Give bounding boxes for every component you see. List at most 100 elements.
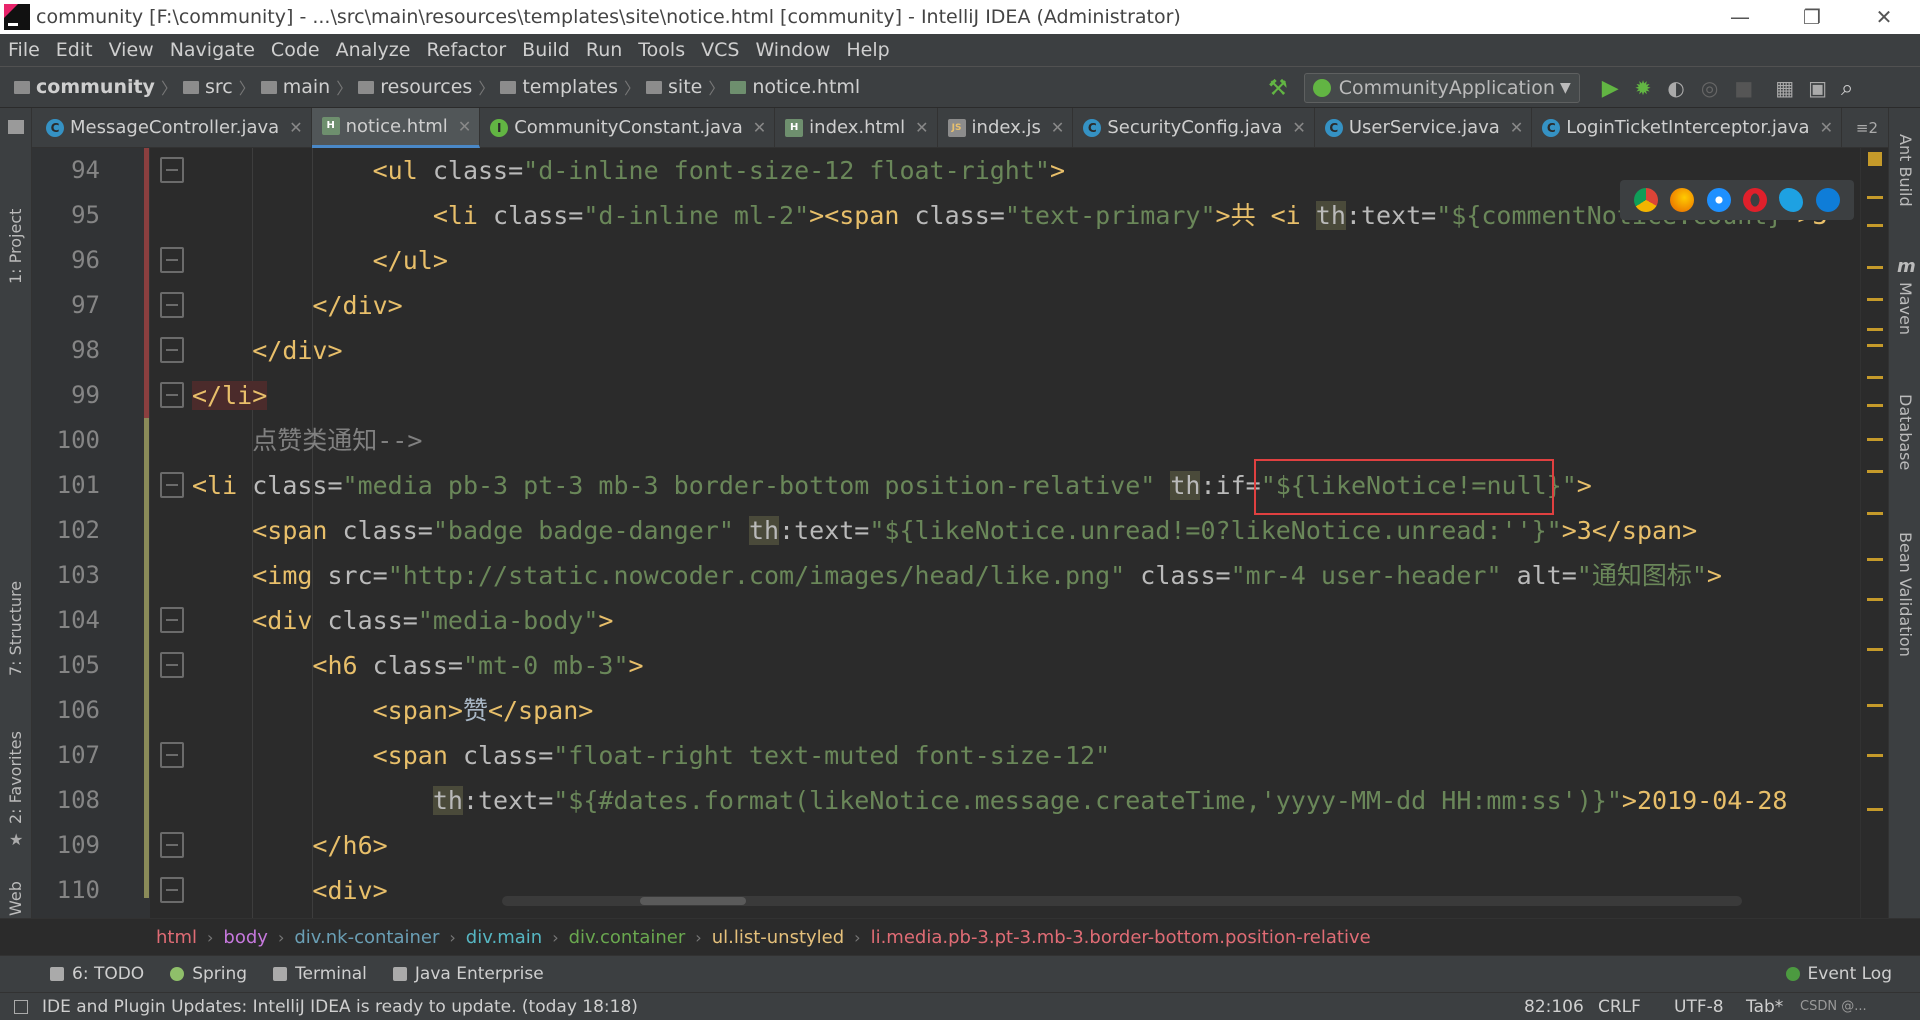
tab-login-ticket-interceptor[interactable]: C LoginTicketInterceptor.java ✕ xyxy=(1532,107,1842,148)
file-encoding[interactable]: UTF-8 xyxy=(1674,997,1724,1017)
tab-index-js[interactable]: JS index.js ✕ xyxy=(938,107,1074,148)
indent-setting[interactable]: Tab* xyxy=(1746,997,1783,1017)
fold-marker-icon[interactable] xyxy=(160,292,184,318)
internet-explorer-icon[interactable] xyxy=(1779,188,1804,212)
opera-icon[interactable] xyxy=(1743,188,1768,212)
nav-crumb-main[interactable]: main xyxy=(257,76,334,98)
warning-mark[interactable] xyxy=(1867,438,1883,441)
edge-icon[interactable] xyxy=(1815,188,1840,212)
profile-icon[interactable]: ◎ xyxy=(1701,76,1718,100)
warning-mark[interactable] xyxy=(1867,598,1883,601)
fold-marker-icon[interactable] xyxy=(160,337,184,363)
breadcrumb-list-unstyled[interactable]: ul.list-unstyled xyxy=(704,927,852,948)
run-icon[interactable]: ▶ xyxy=(1602,76,1619,101)
nav-crumb-file[interactable]: notice.html xyxy=(726,76,864,98)
project-folder-icon[interactable] xyxy=(8,120,24,134)
horizontal-scrollbar[interactable] xyxy=(502,896,1742,906)
fold-marker-icon[interactable] xyxy=(160,472,184,498)
search-icon[interactable]: ⌕ xyxy=(1841,76,1853,101)
scrollbar-thumb[interactable] xyxy=(640,897,746,905)
menu-vcs[interactable]: VCS xyxy=(693,39,747,61)
tab-message-controller[interactable]: C MessageController.java ✕ xyxy=(0,107,312,148)
firefox-icon[interactable] xyxy=(1670,188,1695,212)
nav-crumb-templates[interactable]: templates xyxy=(496,76,622,98)
menu-code[interactable]: Code xyxy=(263,39,328,61)
stop-icon[interactable]: ■ xyxy=(1734,76,1753,100)
warning-mark[interactable] xyxy=(1867,754,1883,757)
close-tab-icon[interactable]: ✕ xyxy=(753,118,766,137)
fold-marker-icon[interactable] xyxy=(160,607,184,633)
breadcrumb-html[interactable]: html xyxy=(148,927,205,948)
fold-marker-icon[interactable] xyxy=(160,877,184,903)
warning-mark[interactable] xyxy=(1867,704,1883,707)
tool-terminal[interactable]: Terminal xyxy=(273,964,367,984)
fold-marker-icon[interactable] xyxy=(160,382,184,408)
debug-icon[interactable]: ✹ xyxy=(1635,76,1652,100)
menu-tools[interactable]: Tools xyxy=(630,39,693,61)
menu-navigate[interactable]: Navigate xyxy=(162,39,263,61)
run-config-select[interactable]: CommunityApplication ▼ xyxy=(1303,73,1580,103)
tool-database[interactable]: Database xyxy=(1896,394,1915,470)
menu-analyze[interactable]: Analyze xyxy=(328,39,419,61)
close-tab-icon[interactable]: ✕ xyxy=(289,118,302,137)
warning-mark[interactable] xyxy=(1867,470,1883,473)
nav-crumb-resources[interactable]: resources xyxy=(354,76,476,98)
minimize-button[interactable]: — xyxy=(1710,0,1770,34)
nav-crumb-site[interactable]: site xyxy=(642,76,706,98)
menu-help[interactable]: Help xyxy=(838,39,897,61)
code-editor[interactable]: 94 95 96 97 98 99 100 101 102 103 104 10… xyxy=(32,148,1888,918)
warning-mark[interactable] xyxy=(1867,558,1883,561)
caret-position[interactable]: 82:106 xyxy=(1524,997,1584,1017)
close-tab-icon[interactable]: ✕ xyxy=(1510,118,1523,137)
tab-community-constant[interactable]: I CommunityConstant.java ✕ xyxy=(480,107,776,148)
warning-mark[interactable] xyxy=(1867,298,1883,301)
menu-file[interactable]: File xyxy=(0,39,48,61)
fold-marker-icon[interactable] xyxy=(160,247,184,273)
tool-web[interactable]: Web xyxy=(6,881,25,916)
tool-event-log[interactable]: Event Log xyxy=(1785,964,1892,984)
tool-project[interactable]: 1: Project xyxy=(6,209,25,284)
error-stripe[interactable] xyxy=(1860,148,1888,918)
chrome-icon[interactable] xyxy=(1634,188,1659,212)
warning-mark[interactable] xyxy=(1867,266,1883,269)
code-area[interactable]: <ul class="d-inline font-size-12 float-r… xyxy=(192,148,1852,918)
warning-mark[interactable] xyxy=(1867,224,1883,227)
breadcrumb-li-media[interactable]: li.media.pb-3.pt-3.mb-3.border-bottom.po… xyxy=(863,927,1379,948)
breadcrumb-main[interactable]: div.main xyxy=(458,927,550,948)
menu-window[interactable]: Window xyxy=(747,39,838,61)
close-tab-icon[interactable]: ✕ xyxy=(1292,118,1305,137)
close-tab-icon[interactable]: ✕ xyxy=(1820,118,1833,137)
close-button[interactable]: ✕ xyxy=(1854,0,1914,34)
warning-mark[interactable] xyxy=(1867,196,1883,199)
build-hammer-icon[interactable]: ⚒ xyxy=(1268,76,1288,101)
fold-marker-icon[interactable] xyxy=(160,157,184,183)
menu-view[interactable]: View xyxy=(101,39,162,61)
tool-spring[interactable]: Spring xyxy=(170,964,247,984)
close-tab-icon[interactable]: ✕ xyxy=(458,117,471,136)
nav-crumb-community[interactable]: community xyxy=(10,76,159,98)
close-tab-icon[interactable]: ✕ xyxy=(1051,118,1064,137)
warning-mark[interactable] xyxy=(1867,328,1883,331)
warning-mark[interactable] xyxy=(1867,376,1883,379)
menu-edit[interactable]: Edit xyxy=(48,39,101,61)
tab-security-config[interactable]: C SecurityConfig.java ✕ xyxy=(1073,107,1315,148)
fold-marker-icon[interactable] xyxy=(160,832,184,858)
menu-build[interactable]: Build xyxy=(514,39,578,61)
project-structure-icon[interactable]: ▦ xyxy=(1775,76,1794,100)
fold-marker-icon[interactable] xyxy=(160,742,184,768)
tool-favorites[interactable]: 2: Favorites xyxy=(6,731,25,824)
tool-structure[interactable]: 7: Structure xyxy=(6,581,25,676)
tool-windows-toggle-icon[interactable] xyxy=(14,999,28,1014)
tab-user-service[interactable]: C UserService.java ✕ xyxy=(1315,107,1533,148)
warning-mark[interactable] xyxy=(1867,512,1883,515)
coverage-icon[interactable]: ◐ xyxy=(1667,76,1684,100)
tool-todo[interactable]: 6: TODO xyxy=(50,964,144,984)
warning-indicator-icon[interactable] xyxy=(1868,152,1882,166)
warning-mark[interactable] xyxy=(1867,808,1883,811)
safari-icon[interactable] xyxy=(1706,188,1731,212)
tab-notice-html[interactable]: Hnotice.html ✕ xyxy=(311,107,481,148)
tab-overflow-button[interactable]: ≡2 xyxy=(1856,119,1878,137)
tool-maven[interactable]: Maven xyxy=(1896,282,1915,335)
warning-mark[interactable] xyxy=(1867,404,1883,407)
warning-mark[interactable] xyxy=(1867,648,1883,651)
